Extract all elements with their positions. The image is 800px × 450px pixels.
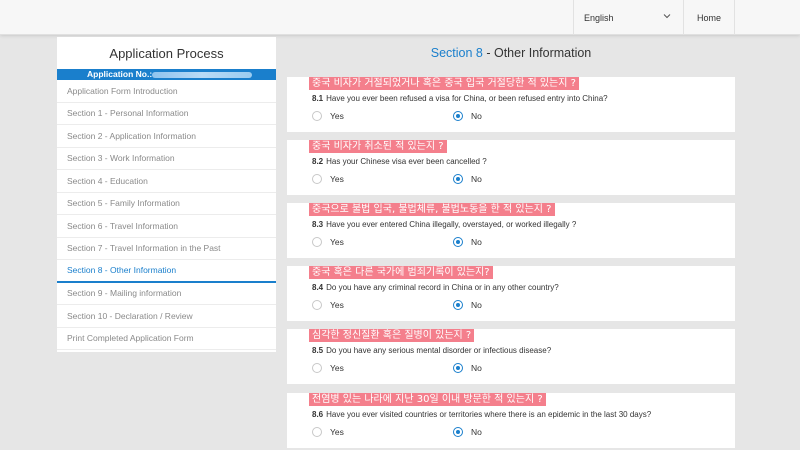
sidebar-item-section-7[interactable]: Section 7 - Travel Information in the Pa… [57,238,276,260]
section-title: - Other Information [482,45,592,60]
question-label: Have you ever entered China illegally, o… [326,220,577,229]
question-label: Do you have any serious mental disorder … [326,346,552,355]
question-label: Have you ever been refused a visa for Ch… [326,94,608,103]
sidebar-item-section-3[interactable]: Section 3 - Work Information [57,148,276,170]
sidebar-item-section-1[interactable]: Section 1 - Personal Information [57,103,276,125]
radio-no-8-2[interactable]: No [453,174,482,184]
question-number: 8.4 [312,283,324,292]
section-number: Section 8 [430,45,483,60]
question-card-8-4: 중국 혹은 다른 국가에 범죄기록이 있는지? 8.4 Do you have a… [287,266,735,321]
sidebar: Application Process Application No.: App… [57,37,276,352]
radio-no-8-3[interactable]: No [453,237,482,247]
question-label: Has your Chinese visa ever been cancelle… [326,157,487,166]
korean-annotation: 심각한 정신질환 혹은 질병이 있는지 ? [309,329,475,342]
question-label: Have you ever visited countries or terri… [326,410,652,419]
top-bar: English Home [0,0,800,35]
question-number: 8.2 [312,157,324,166]
sidebar-item-section-8[interactable]: Section 8 - Other Information [57,260,276,283]
radio-label: Yes [330,300,344,310]
radio-yes-8-5[interactable]: Yes [312,363,344,373]
question-card-8-1: 중국 비자가 거절되었거나 혹은 중국 입국 거절당한 적 있는지 ? 8.1 H… [287,77,735,132]
radio-checked-icon[interactable] [453,427,463,437]
radio-label: Yes [330,111,344,121]
radio-label: No [471,174,482,184]
radio-label: No [471,300,482,310]
radio-label: No [471,237,482,247]
radio-label: Yes [330,427,344,437]
sidebar-item-section-4[interactable]: Section 4 - Education [57,170,276,193]
radio-label: No [471,427,482,437]
home-link[interactable]: Home [683,0,735,35]
sidebar-item-section-9[interactable]: Section 9 - Mailing information [57,283,276,305]
sidebar-item-print[interactable]: Print Completed Application Form [57,328,276,350]
application-number-redacted [152,72,252,78]
radio-checked-icon[interactable] [453,111,463,121]
main-content: Section 8 - Other Information 중국 비자가 거절되… [287,37,735,450]
chevron-down-icon [663,14,671,19]
question-text: 8.2 Has your Chinese visa ever been cance… [312,157,487,166]
sidebar-item-introduction[interactable]: Application Form Introduction [57,80,276,103]
radio-yes-8-4[interactable]: Yes [312,300,344,310]
page-title: Section 8 - Other Information [287,37,735,68]
korean-annotation: 중국으로 불법 입국, 불법체류, 불법노동을 한 적 있는지 ? [309,203,555,216]
sidebar-item-section-2[interactable]: Section 2 - Application Information [57,125,276,148]
korean-annotation: 중국 비자가 거절되었거나 혹은 중국 입국 거절당한 적 있는지 ? [309,77,579,90]
sidebar-nav: Application Form Introduction Section 1 … [57,80,276,350]
question-number: 8.6 [312,410,324,419]
radio-checked-icon[interactable] [453,363,463,373]
question-text: 8.3 Have you ever entered China illegally… [312,220,576,229]
radio-unchecked-icon[interactable] [312,174,322,184]
radio-label: No [471,363,482,373]
radio-label: Yes [330,174,344,184]
radio-no-8-6[interactable]: No [453,427,482,437]
question-number: 8.3 [312,220,324,229]
question-number: 8.5 [312,346,324,355]
question-number: 8.1 [312,94,324,103]
question-text: 8.6 Have you ever visited countries or te… [312,410,651,419]
question-text: 8.5 Do you have any serious mental disord… [312,346,551,355]
radio-unchecked-icon[interactable] [312,111,322,121]
radio-checked-icon[interactable] [453,300,463,310]
radio-label: Yes [330,363,344,373]
korean-annotation: 중국 비자가 취소된 적 있는지 ? [309,140,447,153]
question-text: 8.1 Have you ever been refused a visa for… [312,94,608,103]
korean-annotation: 중국 혹은 다른 국가에 범죄기록이 있는지? [309,266,493,279]
sidebar-title: Application Process [109,45,224,61]
question-text: 8.4 Do you have any criminal record in Ch… [312,283,559,292]
question-label: Do you have any criminal record in China… [326,283,559,292]
sidebar-item-section-10[interactable]: Section 10 - Declaration / Review [57,305,276,328]
radio-unchecked-icon[interactable] [312,427,322,437]
application-number-label: Application No.: [87,69,153,79]
radio-checked-icon[interactable] [453,174,463,184]
radio-label: No [471,111,482,121]
radio-checked-icon[interactable] [453,237,463,247]
question-card-8-2: 중국 비자가 취소된 적 있는지 ? 8.2 Has your Chinese v… [287,140,735,195]
radio-yes-8-6[interactable]: Yes [312,427,344,437]
korean-annotation: 전염병 있는 나라에 지난 30일 이내 방문한 적 있는지 ? [309,393,546,406]
radio-no-8-1[interactable]: No [453,111,482,121]
question-card-8-5: 심각한 정신질환 혹은 질병이 있는지 ? 8.5 Do you have any… [287,329,735,384]
sidebar-item-section-5[interactable]: Section 5 - Family Information [57,193,276,215]
radio-yes-8-2[interactable]: Yes [312,174,344,184]
radio-yes-8-1[interactable]: Yes [312,111,344,121]
radio-label: Yes [330,237,344,247]
radio-unchecked-icon[interactable] [312,363,322,373]
radio-unchecked-icon[interactable] [312,300,322,310]
question-card-8-3: 중국으로 불법 입국, 불법체류, 불법노동을 한 적 있는지 ? 8.3 Hav… [287,203,735,258]
sidebar-item-section-6[interactable]: Section 6 - Travel Information [57,215,276,238]
application-number-bar: Application No.: [57,69,276,80]
language-value: English [584,12,614,23]
radio-no-8-4[interactable]: No [453,300,482,310]
radio-unchecked-icon[interactable] [312,237,322,247]
language-select[interactable]: English [573,0,683,35]
question-card-8-6: 전염병 있는 나라에 지난 30일 이내 방문한 적 있는지 ? 8.6 Have… [287,393,735,448]
radio-no-8-5[interactable]: No [453,363,482,373]
radio-yes-8-3[interactable]: Yes [312,237,344,247]
